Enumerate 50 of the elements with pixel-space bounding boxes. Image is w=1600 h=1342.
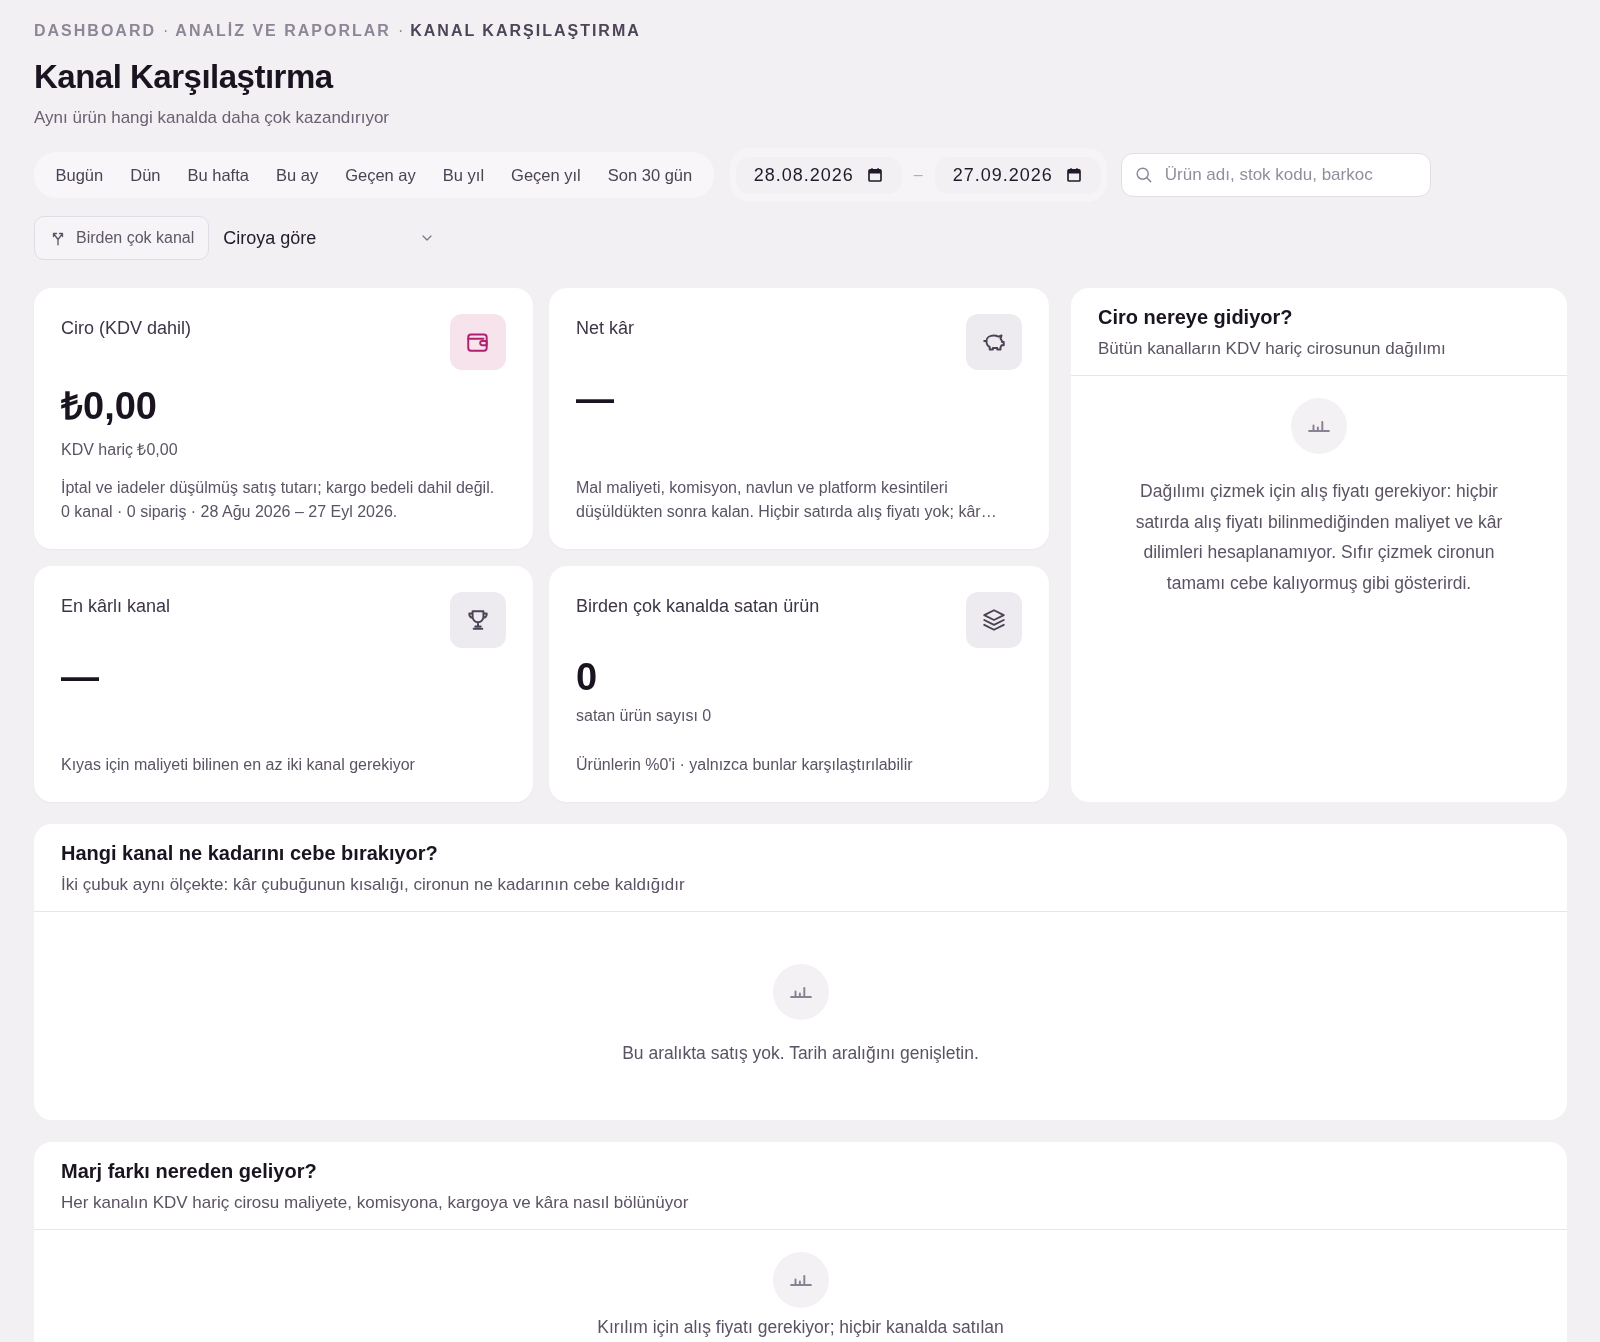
search-icon	[1133, 165, 1153, 184]
range-preset-button[interactable]: Dün	[116, 157, 174, 193]
bar-chart-icon	[789, 986, 812, 998]
panel-title: Ciro nereye gidiyor?	[1098, 306, 1294, 329]
breadcrumb-separator: ·	[397, 22, 404, 40]
panel-subtitle: Her kanalın KDV hariç cirosu maliyete, komisyona, kargoya ve kâra nasıl bölünüyor	[61, 1193, 690, 1213]
stat-label: Ciro (KDV dahil)	[61, 318, 192, 339]
panel-subtitle: İki çubuk aynı ölçekte: kâr çubuğunun kısalığı, cironun ne kadarının cebe kaldığıdır	[61, 875, 686, 895]
layers-icon	[981, 607, 1007, 633]
calendar-icon	[865, 166, 884, 184]
search-field[interactable]: Ürün adı, stok kodu, barkoc	[1120, 153, 1431, 197]
stat-value: —	[576, 378, 615, 421]
panel-subtitle: Bütün kanalların KDV hariç cirosunun dağılımı	[1098, 339, 1447, 359]
stat-value: ₺0,00	[61, 384, 158, 429]
stat-label: Birden çok kanalda satan ürün	[576, 596, 820, 617]
stat-value: 0	[576, 656, 599, 699]
empty-state-message: Bu aralıkta satış yok. Tarih aralığını genişletin.	[622, 1042, 979, 1065]
stat-value: —	[61, 656, 100, 699]
breadcrumb-separator: ·	[163, 22, 169, 40]
sort-dropdown[interactable]: Ciroya göre	[219, 216, 440, 260]
empty-state-message: Dağılımı çizmek için alış fiyatı gerekiyor: hiçbir satırda alış fiyatı bilinmediğinden maliyet ve kâr dilimleri hesaplanamıyor. Sıfır çizmek cironun tamamı cebe kalıyormuş gibi gösterirdi.	[1134, 480, 1504, 595]
stat-subvalue: satan ürün sayısı 0	[576, 707, 713, 725]
range-preset-button[interactable]: Bu ay	[262, 157, 332, 193]
date-range-separator: –	[913, 166, 923, 184]
calendar-icon	[1064, 166, 1083, 184]
range-preset-button[interactable]: Bu yıl	[429, 157, 498, 193]
stat-note: Mal maliyeti, komisyon, navlun ve platform kesintileri düşüldükten sonra kalan. Hiçbir satırda alış fiyatı yok; kâr…	[576, 478, 998, 522]
date-field[interactable]: 28.08.2026	[735, 156, 902, 194]
stat-note: Ürünlerin %0'i · yalnızca bunlar karşılaştırılabilir	[576, 755, 914, 775]
multi-channel-button[interactable]: Birden çok kanal	[34, 216, 210, 260]
range-preset-button[interactable]: Geçen yıl	[497, 157, 595, 193]
bar-chart-icon	[1308, 420, 1330, 432]
range-preset-button[interactable]: Bu hafta	[174, 157, 263, 193]
date-field[interactable]: 27.09.2026	[934, 156, 1101, 194]
panel-title: Marj farkı nereden geliyor?	[61, 1160, 318, 1183]
stat-subvalue: KDV hariç ₺0,00	[61, 440, 179, 460]
trophy-icon	[465, 607, 491, 633]
stat-label: En kârlı kanal	[61, 596, 171, 617]
range-preset-button[interactable]: Bugün	[42, 157, 117, 193]
stat-note: Kıyas için maliyeti bilinen en az iki kanal gerekiyor	[61, 755, 416, 775]
stat-note: İptal ve iadeler düşülmüş satış tutarı; kargo bedeli dahil değil. 0 kanal · 0 sipariş · 28 Ağu 2026 – 27 Eyl 2026.	[61, 478, 496, 522]
empty-state-message: Kırılım için alış fiyatı gerekiyor; hiçbir kanalda satılan	[597, 1316, 1004, 1338]
range-preset-button[interactable]: Geçen ay	[331, 157, 430, 193]
page-title: Kanal Karşılaştırma	[34, 58, 335, 96]
page-subtitle: Aynı ürün hangi kanalda daha çok kazandırıyor	[34, 108, 391, 128]
panel-title: Hangi kanal ne kadarını cebe bırakıyor?	[61, 842, 439, 865]
breadcrumb-item: KANAL KARŞILAŞTIRMA	[410, 22, 641, 40]
bar-chart-icon	[789, 1274, 812, 1286]
range-preset-button[interactable]: Son 30 gün	[594, 157, 706, 193]
stat-label: Net kâr	[576, 318, 635, 339]
